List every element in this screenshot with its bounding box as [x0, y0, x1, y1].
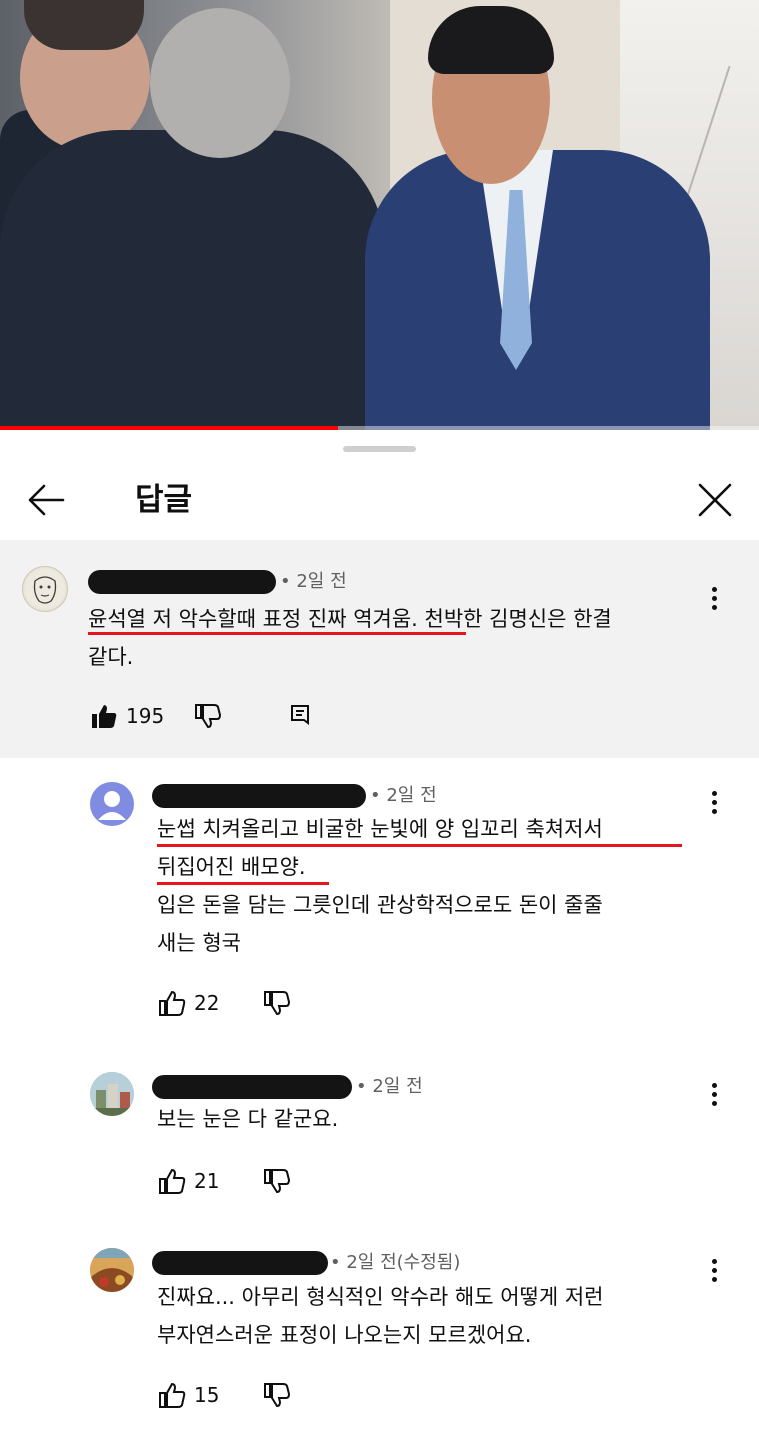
sheet-header: 답글	[0, 464, 759, 534]
avatar[interactable]	[22, 566, 68, 612]
like-button[interactable]: 21	[158, 1168, 219, 1194]
comment-time: • 2일 전	[356, 1076, 423, 1097]
comment-text-line: 입은 돈을 담는 그릇인데 관상학적으로도 돈이 줄줄	[157, 893, 603, 917]
video-person-left-hair	[24, 0, 144, 50]
parent-comment: • 2일 전 윤석열 저 악수할때 표정 진짜 역겨움. 천박한 김명신은 한결…	[0, 540, 759, 758]
more-options-button[interactable]	[704, 578, 724, 618]
comment-text-line: 같다.	[88, 645, 134, 669]
reply-comment: • 2일 전(수정됨) 진짜요... 아무리 형식적인 악수라 해도 어떻게 저…	[0, 1236, 759, 1436]
avatar[interactable]	[90, 1072, 134, 1116]
author-name-redacted[interactable]	[152, 1075, 352, 1099]
avatar[interactable]	[90, 1248, 134, 1292]
thumb-down-icon	[264, 991, 290, 1016]
thumb-up-icon	[92, 705, 117, 728]
video-person-back-body	[0, 130, 385, 430]
thumb-down-icon	[264, 1169, 290, 1194]
like-button[interactable]: 22	[158, 990, 219, 1016]
comment-reply-icon	[291, 705, 309, 725]
thumb-down-icon	[264, 1383, 290, 1408]
like-count: 15	[194, 1383, 220, 1407]
comment-time: • 2일 전	[280, 571, 347, 592]
drag-handle[interactable]	[343, 446, 416, 452]
dislike-button[interactable]	[193, 703, 221, 729]
video-player[interactable]	[0, 0, 759, 430]
like-count: 22	[194, 991, 220, 1015]
more-options-button[interactable]	[704, 1074, 724, 1114]
like-button[interactable]: 195	[90, 703, 164, 729]
arrow-left-icon	[28, 484, 65, 516]
dislike-button[interactable]	[262, 990, 290, 1016]
highlight-underline	[88, 632, 466, 635]
avatar-photo-icon	[90, 1248, 134, 1292]
thumb-down-icon	[195, 704, 221, 729]
more-options-button[interactable]	[704, 1250, 724, 1290]
close-button[interactable]	[694, 480, 736, 520]
thumb-up-icon	[159, 1382, 186, 1408]
avatar[interactable]	[90, 782, 134, 826]
like-count: 21	[194, 1169, 220, 1193]
comment-text-line: 진짜요... 아무리 형식적인 악수라 해도 어떻게 저런	[157, 1285, 604, 1309]
comment-text-line: 보는 눈은 다 같군요.	[157, 1107, 339, 1131]
thumb-up-icon	[159, 990, 186, 1016]
video-person-back-head	[150, 8, 290, 158]
comment-time: • 2일 전(수정됨)	[330, 1252, 461, 1273]
replies-sheet: 답글 • 2일 전 윤석열 저 악수할때 표정 진짜 역겨움. 천박한 김명신은…	[0, 430, 759, 1440]
like-count: 195	[126, 704, 165, 728]
highlight-underline	[157, 882, 329, 885]
default-user-icon	[98, 791, 126, 820]
comment-text-line: 부자연스러운 표정이 나오는지 모르겠어요.	[157, 1323, 532, 1347]
comment-text-line: 새는 형국	[157, 931, 241, 955]
more-options-button[interactable]	[704, 782, 724, 822]
sheet-title: 답글	[135, 482, 193, 518]
thumb-up-icon	[159, 1168, 186, 1194]
reply-button[interactable]	[289, 703, 311, 727]
back-button[interactable]	[26, 480, 66, 520]
reply-comment: • 2일 전 눈썹 치켜올리고 비굴한 눈빛에 양 입꼬리 축쳐저서 뒤집어진 …	[0, 758, 759, 1028]
author-name-redacted[interactable]	[152, 1251, 328, 1275]
comment-time: • 2일 전	[370, 785, 437, 806]
close-icon	[698, 483, 732, 517]
author-name-redacted[interactable]	[152, 784, 366, 808]
author-name-redacted[interactable]	[88, 570, 276, 594]
reply-comment: • 2일 전 보는 눈은 다 같군요. 21	[0, 1058, 759, 1208]
highlight-underline	[157, 844, 682, 847]
like-button[interactable]: 15	[158, 1382, 219, 1408]
avatar-photo-icon	[90, 1072, 134, 1116]
dislike-button[interactable]	[262, 1382, 290, 1408]
avatar-face-icon	[25, 569, 65, 609]
comment-text-line: 뒤집어진 배모양.	[157, 855, 306, 879]
comment-text-line: 눈썹 치켜올리고 비굴한 눈빛에 양 입꼬리 축쳐저서	[157, 817, 603, 841]
dislike-button[interactable]	[262, 1168, 290, 1194]
